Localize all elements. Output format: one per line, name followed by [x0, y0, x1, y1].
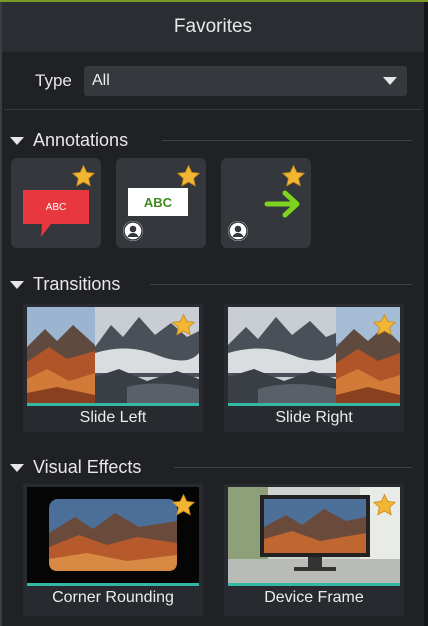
section-visual-effects-title: Visual Effects [33, 457, 142, 477]
effect-device-frame[interactable]: Device Frame [224, 484, 404, 616]
caret-down-icon[interactable] [10, 464, 24, 472]
star-icon[interactable] [372, 493, 397, 518]
type-dropdown-value: All [92, 72, 110, 89]
annotation-text-box[interactable]: ABC [116, 158, 206, 248]
effect-corner-rounding[interactable]: Corner Rounding [23, 484, 203, 616]
section-transitions-title: Transitions [33, 274, 121, 294]
section-rule [174, 467, 412, 468]
section-rule [150, 284, 412, 285]
thumbnail-accent-bar [27, 583, 199, 586]
thumbnail-accent-bar [228, 583, 400, 586]
transition-label: Slide Right [275, 409, 353, 426]
star-icon[interactable] [71, 164, 96, 189]
thumbnail-accent-bar [228, 403, 400, 406]
effect-label: Device Frame [264, 589, 364, 606]
transition-thumbnail [228, 307, 400, 403]
effect-label: Corner Rounding [52, 589, 174, 606]
star-icon[interactable] [171, 313, 196, 338]
type-dropdown[interactable]: All [84, 66, 407, 96]
panel-header: Favorites [2, 2, 424, 52]
annotation-red-callout[interactable]: ABC [11, 158, 101, 248]
user-icon [123, 221, 143, 241]
transition-label: Slide Left [79, 409, 147, 426]
section-visual-effects-header[interactable]: Visual Effects [0, 456, 424, 480]
callout-text: ABC [46, 202, 67, 213]
transition-slide-left[interactable]: Slide Left [23, 304, 203, 432]
caret-down-icon [383, 77, 397, 85]
star-icon[interactable] [281, 164, 306, 189]
star-icon[interactable] [176, 164, 201, 189]
effect-thumbnail [228, 487, 400, 583]
transition-thumbnail [27, 307, 199, 403]
section-transitions-header[interactable]: Transitions [0, 273, 424, 297]
textbox-text: ABC [144, 195, 173, 210]
window-right-border [424, 2, 428, 626]
section-rule [162, 140, 412, 141]
section-annotations-header[interactable]: Annotations [0, 129, 424, 153]
thumbnail-accent-bar [27, 403, 199, 406]
star-icon[interactable] [372, 313, 397, 338]
annotation-green-arrow[interactable] [221, 158, 311, 248]
caret-down-icon[interactable] [10, 281, 24, 289]
user-icon [228, 221, 248, 241]
panel-title: Favorites [173, 16, 253, 37]
star-icon[interactable] [171, 493, 196, 518]
filter-divider [4, 109, 422, 110]
effect-thumbnail [27, 487, 199, 583]
type-label: Type [35, 71, 72, 90]
transition-slide-right[interactable]: Slide Right [224, 304, 404, 432]
caret-down-icon[interactable] [10, 137, 24, 145]
type-filter-row: Type All [0, 66, 424, 98]
section-annotations-title: Annotations [33, 130, 129, 150]
